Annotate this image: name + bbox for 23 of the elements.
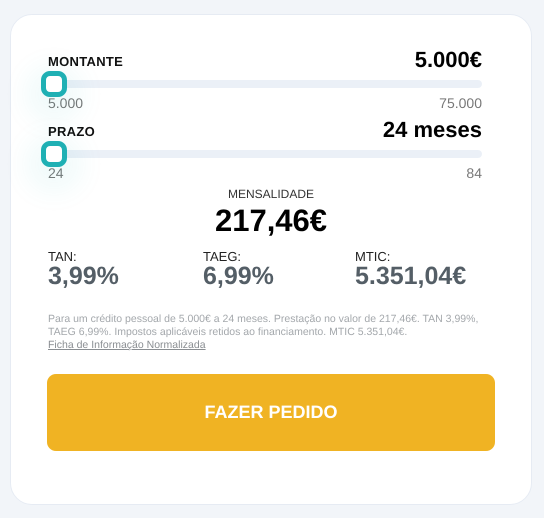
rate-value: 5.351,04€ [355, 262, 468, 291]
rate-value: 6,99% [203, 262, 275, 291]
slider-thumb[interactable] [41, 141, 67, 167]
info-sheet-link[interactable]: Ficha de Informação Normalizada [48, 339, 206, 351]
slider-label: MONTANTE [48, 54, 124, 69]
slider-track[interactable] [41, 141, 482, 167]
max-label: 75.000 [439, 95, 482, 111]
min-label: 24 [48, 165, 64, 181]
rate-label: TAEG: [203, 249, 242, 264]
rate-label: TAN: [48, 249, 78, 264]
monthly-label: MENSALIDADE [226, 187, 316, 201]
disclaimer-text: Para um crédito pessoal de 5.000€ a 24 meses. Prestação no valor de 217,46€. TAN 3,99%, TAEG 6,99%. Impostos aplicáveis retidos ao financiamento. MTIC 5.351,04€. [48, 313, 480, 339]
slider-value: 24 meses [382, 117, 482, 143]
rate-label: MTIC: [355, 249, 392, 264]
rate-value: 3,99% [48, 262, 120, 291]
monthly-value: 217,46€ [214, 203, 328, 239]
min-label: 5.000 [48, 95, 84, 111]
slider-track[interactable] [41, 71, 482, 97]
request-button[interactable]: FAZER PEDIDO [47, 374, 495, 451]
slider-value: 5.000€ [414, 47, 482, 73]
max-label: 84 [466, 165, 482, 181]
slider-thumb[interactable] [41, 71, 67, 97]
slider-label: PRAZO [48, 124, 95, 139]
